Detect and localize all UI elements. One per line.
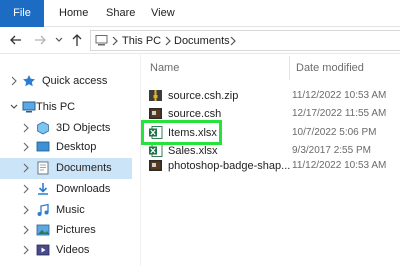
breadcrumb-this-pc[interactable]: This PC <box>122 34 161 48</box>
desktop-icon <box>36 141 50 152</box>
nav-label: Documents <box>56 162 112 174</box>
nav-label: Desktop <box>56 141 97 153</box>
forward-arrow-icon[interactable] <box>33 33 47 47</box>
breadcrumb-separator-icon <box>112 36 118 46</box>
nav-label: 3D Objects <box>56 122 111 134</box>
file-date: 12/17/2022 11:55 AM <box>292 108 387 119</box>
back-arrow-icon[interactable] <box>9 33 23 47</box>
photoshop-file-icon <box>149 108 162 119</box>
column-header-date[interactable]: Date modified <box>296 62 364 74</box>
nav-item-downloads[interactable]: Downloads <box>0 179 132 199</box>
breadcrumb-separator-icon[interactable] <box>228 35 238 47</box>
file-date: 11/12/2022 10:53 AM <box>292 160 387 171</box>
highlight-box <box>141 120 222 145</box>
address-bar[interactable]: This PC Documents <box>90 30 400 51</box>
navigation-pane: Quick access This PC 3D Objects Desktop <box>0 55 132 266</box>
ribbon-tabs: File Home Share View <box>0 0 400 27</box>
nav-label: Videos <box>56 244 90 256</box>
videos-icon <box>36 244 50 256</box>
chevron-right-icon[interactable] <box>10 76 18 86</box>
computer-icon <box>22 101 36 113</box>
chevron-right-icon[interactable] <box>22 163 30 173</box>
address-row: This PC Documents <box>0 27 400 54</box>
nav-item-3d-objects[interactable]: 3D Objects <box>0 118 132 138</box>
column-resize-handle[interactable] <box>289 56 290 80</box>
file-date: 10/7/2022 5:06 PM <box>292 127 377 138</box>
nav-label: Music <box>56 204 85 216</box>
nav-item-pictures[interactable]: Pictures <box>0 220 132 240</box>
up-arrow-icon[interactable] <box>70 33 84 47</box>
chevron-right-icon[interactable] <box>22 142 30 152</box>
chevron-right-icon[interactable] <box>22 205 30 215</box>
chevron-right-icon[interactable] <box>22 184 30 194</box>
chevron-right-icon[interactable] <box>22 245 30 255</box>
pictures-icon <box>36 224 50 236</box>
tab-file[interactable]: File <box>0 0 44 27</box>
file-name: source.csh.zip <box>168 90 239 102</box>
tab-view[interactable]: View <box>151 0 175 27</box>
file-row[interactable]: photoshop-badge-shap... 11/12/2022 10:53… <box>141 156 400 176</box>
downloads-icon <box>38 183 48 195</box>
chevron-down-icon[interactable] <box>10 102 18 112</box>
nav-item-desktop[interactable]: Desktop <box>0 137 132 157</box>
chevron-right-icon[interactable] <box>22 225 30 235</box>
photoshop-file-icon <box>149 160 162 171</box>
nav-item-videos[interactable]: Videos <box>0 240 132 260</box>
computer-icon <box>95 35 108 46</box>
documents-icon <box>37 161 49 175</box>
archive-icon <box>149 90 162 101</box>
file-name: photoshop-badge-shap... <box>168 160 291 172</box>
nav-item-this-pc[interactable]: This PC <box>0 97 132 117</box>
tab-home[interactable]: Home <box>59 0 88 27</box>
breadcrumb-documents[interactable]: Documents <box>174 34 230 48</box>
cube-icon <box>37 121 49 135</box>
chevron-right-icon[interactable] <box>22 123 30 133</box>
nav-label: Quick access <box>42 75 108 87</box>
star-icon <box>23 75 35 87</box>
nav-item-music[interactable]: Music <box>0 200 132 220</box>
file-row[interactable]: source.csh.zip 11/12/2022 10:53 AM <box>141 86 400 106</box>
breadcrumb-separator-icon <box>165 36 171 46</box>
nav-item-documents[interactable]: Documents <box>0 158 132 179</box>
nav-item-quick-access[interactable]: Quick access <box>0 71 132 91</box>
nav-label: Pictures <box>56 224 96 236</box>
nav-label: This PC <box>36 101 76 113</box>
column-header-name[interactable]: Name <box>150 62 179 74</box>
file-name: source.csh <box>168 108 222 120</box>
file-date: 11/12/2022 10:53 AM <box>292 90 387 101</box>
music-icon <box>37 203 49 216</box>
recent-locations-chevron-icon[interactable] <box>54 33 64 47</box>
tab-share[interactable]: Share <box>106 0 135 27</box>
nav-label: Downloads <box>56 183 111 195</box>
